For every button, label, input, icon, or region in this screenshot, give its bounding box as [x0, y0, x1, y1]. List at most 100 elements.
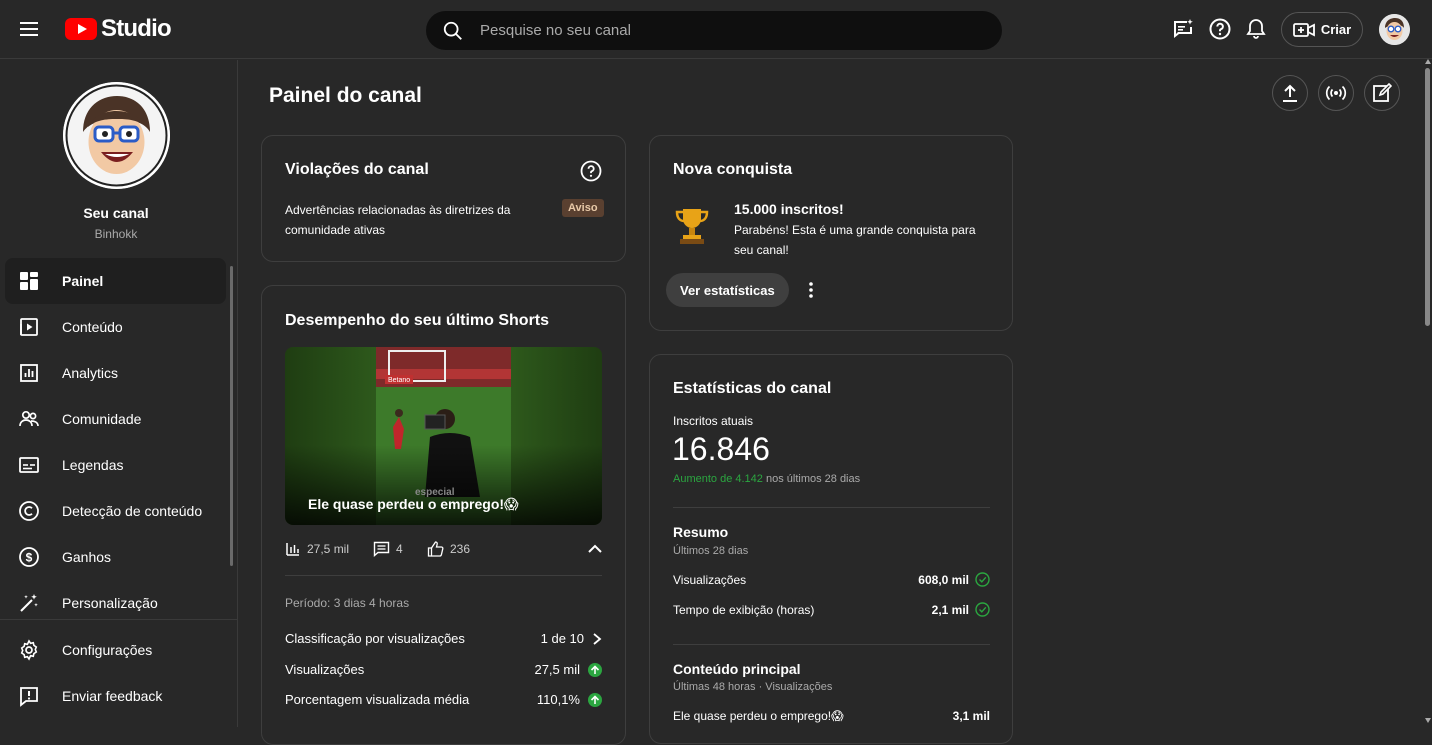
- trophy-icon: [675, 209, 709, 244]
- metric-value: 27,5 mil: [534, 662, 580, 677]
- sidebar-item-label: Ganhos: [62, 549, 112, 565]
- divider: [285, 575, 602, 576]
- copyright-icon: [19, 501, 39, 521]
- settings-icon: [20, 639, 38, 661]
- upload-button[interactable]: [1272, 75, 1308, 111]
- feedback-bubble-icon[interactable]: [1171, 17, 1195, 41]
- create-label: Criar: [1320, 22, 1352, 37]
- growth-value: Aumento de 4.142: [673, 473, 763, 485]
- menu-icon[interactable]: [18, 18, 40, 40]
- likes-count: 236: [450, 542, 471, 556]
- sidebar-divider: [0, 619, 237, 620]
- search-bar[interactable]: [426, 11, 1002, 50]
- sidebar-item-label: Enviar feedback: [62, 688, 163, 704]
- sidebar-item-label: Conteúdo: [62, 319, 123, 335]
- go-live-button[interactable]: [1318, 75, 1354, 111]
- summary-sub: Últimos 28 dias: [673, 545, 749, 557]
- view-stats-button[interactable]: Ver estatísticas: [666, 273, 789, 307]
- more-options-icon[interactable]: [801, 279, 821, 301]
- metric-row-ranking[interactable]: Classificação por visualizações 1 de 10: [285, 631, 602, 646]
- notifications-bell-icon[interactable]: [1244, 17, 1268, 41]
- metric-label: Classificação por visualizações: [285, 631, 465, 646]
- main-scrollbar[interactable]: [1425, 68, 1430, 326]
- sidebar: Seu canal Binhokk Painel Conteúdo Analyt…: [0, 60, 238, 727]
- scroll-down-arrow-icon[interactable]: [1424, 716, 1432, 724]
- upload-icon: [1283, 84, 1297, 102]
- sidebar-item-feedback[interactable]: Enviar feedback: [5, 673, 226, 719]
- sidebar-item-conteudo[interactable]: Conteúdo: [5, 304, 226, 350]
- sidebar-item-label: Detecção de conteúdo: [62, 503, 203, 519]
- sidebar-item-painel[interactable]: Painel: [5, 258, 226, 304]
- violations-text: Advertências relacionadas às diretrizes …: [285, 203, 511, 237]
- summary-label: Tempo de exibição (horas): [673, 602, 815, 617]
- search-icon[interactable]: [442, 20, 464, 42]
- subs-growth: Aumento de 4.142 nos últimos 28 dias: [673, 473, 860, 485]
- sidebar-item-legendas[interactable]: Legendas: [5, 442, 226, 488]
- metric-label: Visualizações: [285, 662, 365, 677]
- sidebar-item-deteccao[interactable]: Detecção de conteúdo: [5, 488, 226, 534]
- warning-badge: Aviso: [562, 199, 604, 217]
- violations-title: Violações do canal: [285, 161, 429, 178]
- top-content-value: 3,1 mil: [952, 709, 990, 723]
- sidebar-scrollbar[interactable]: [230, 266, 233, 566]
- sidebar-item-ganhos[interactable]: $ Ganhos: [5, 534, 226, 580]
- sidebar-item-label: Painel: [62, 273, 104, 289]
- bar-chart-icon: [286, 543, 299, 556]
- shorts-performance-card: Desempenho do seu último Shorts Betano e…: [261, 285, 626, 745]
- period-text: Período: 3 dias 4 horas: [285, 596, 410, 610]
- shorts-title: Desempenho do seu último Shorts: [285, 312, 550, 329]
- comment-icon: [373, 541, 390, 557]
- stats-title: Estatísticas do canal: [673, 380, 832, 397]
- sidebar-item-label: Configurações: [62, 642, 153, 658]
- channel-name: Binhokk: [94, 227, 138, 241]
- check-circle-icon: [975, 602, 990, 617]
- live-broadcast-icon: [1325, 85, 1347, 101]
- violations-card: Violações do canal Advertências relacion…: [261, 135, 626, 262]
- views-count: 27,5 mil: [307, 542, 350, 556]
- community-icon: [19, 410, 39, 427]
- arrow-up-circle-icon: [588, 662, 602, 677]
- create-post-button[interactable]: [1364, 75, 1400, 111]
- metric-row-views: Visualizações 27,5 mil: [285, 662, 602, 677]
- metric-value: 110,1%: [536, 692, 580, 707]
- top-content-sub: Últimas 48 horas · Visualizações: [673, 681, 833, 693]
- sidebar-item-comunidade[interactable]: Comunidade: [5, 396, 226, 442]
- sidebar-item-analytics[interactable]: Analytics: [5, 350, 226, 396]
- help-icon[interactable]: [580, 160, 602, 182]
- summary-label: Visualizações: [673, 572, 747, 587]
- analytics-icon: [20, 364, 38, 382]
- chevron-up-icon[interactable]: [587, 542, 603, 556]
- content-icon: [20, 318, 38, 336]
- youtube-studio-logo[interactable]: Studio: [65, 15, 172, 43]
- summary-value: 608,0 mil: [918, 572, 969, 587]
- sidebar-item-label: Personalização: [62, 595, 158, 611]
- channel-stats-card: Estatísticas do canal Inscritos atuais 1…: [649, 354, 1013, 744]
- sidebar-item-label: Legendas: [62, 457, 124, 473]
- top-content-row[interactable]: Ele quase perdeu o emprego!😱 3,1 mil: [673, 709, 990, 723]
- top-bar: Studio Criar: [0, 0, 1432, 59]
- thumbs-up-icon: [427, 541, 444, 557]
- account-avatar[interactable]: [1379, 14, 1410, 45]
- growth-suffix: nos últimos 28 dias: [762, 473, 861, 485]
- achievement-card: Nova conquista 15.000 inscritos! Parabén…: [649, 135, 1013, 331]
- earnings-icon: $: [19, 547, 39, 567]
- svg-text:$: $: [26, 551, 33, 565]
- comments-count: 4: [396, 542, 403, 556]
- shorts-thumbnail[interactable]: Betano especial Ele quase perdeu o empre…: [285, 347, 602, 525]
- sidebar-item-label: Analytics: [62, 365, 119, 381]
- create-button[interactable]: Criar: [1281, 12, 1363, 47]
- search-input[interactable]: [480, 22, 1002, 39]
- summary-row-watchtime: Tempo de exibição (horas) 2,1 mil: [673, 602, 990, 617]
- metric-value: 1 de 10: [540, 631, 584, 646]
- top-content-label: Ele quase perdeu o emprego!😱: [673, 709, 844, 723]
- channel-title: Seu canal: [83, 205, 149, 221]
- scroll-up-arrow-icon[interactable]: [1424, 58, 1432, 66]
- sidebar-bottom-nav: Configurações Enviar feedback: [5, 627, 226, 719]
- divider: [673, 644, 990, 645]
- sidebar-nav: Painel Conteúdo Analytics Comunidade Leg…: [5, 258, 226, 626]
- channel-avatar[interactable]: [63, 82, 170, 189]
- sidebar-item-configuracoes[interactable]: Configurações: [5, 627, 226, 673]
- summary-row-views: Visualizações 608,0 mil: [673, 572, 990, 587]
- logo-text: Studio: [101, 15, 172, 42]
- help-icon[interactable]: [1208, 17, 1232, 41]
